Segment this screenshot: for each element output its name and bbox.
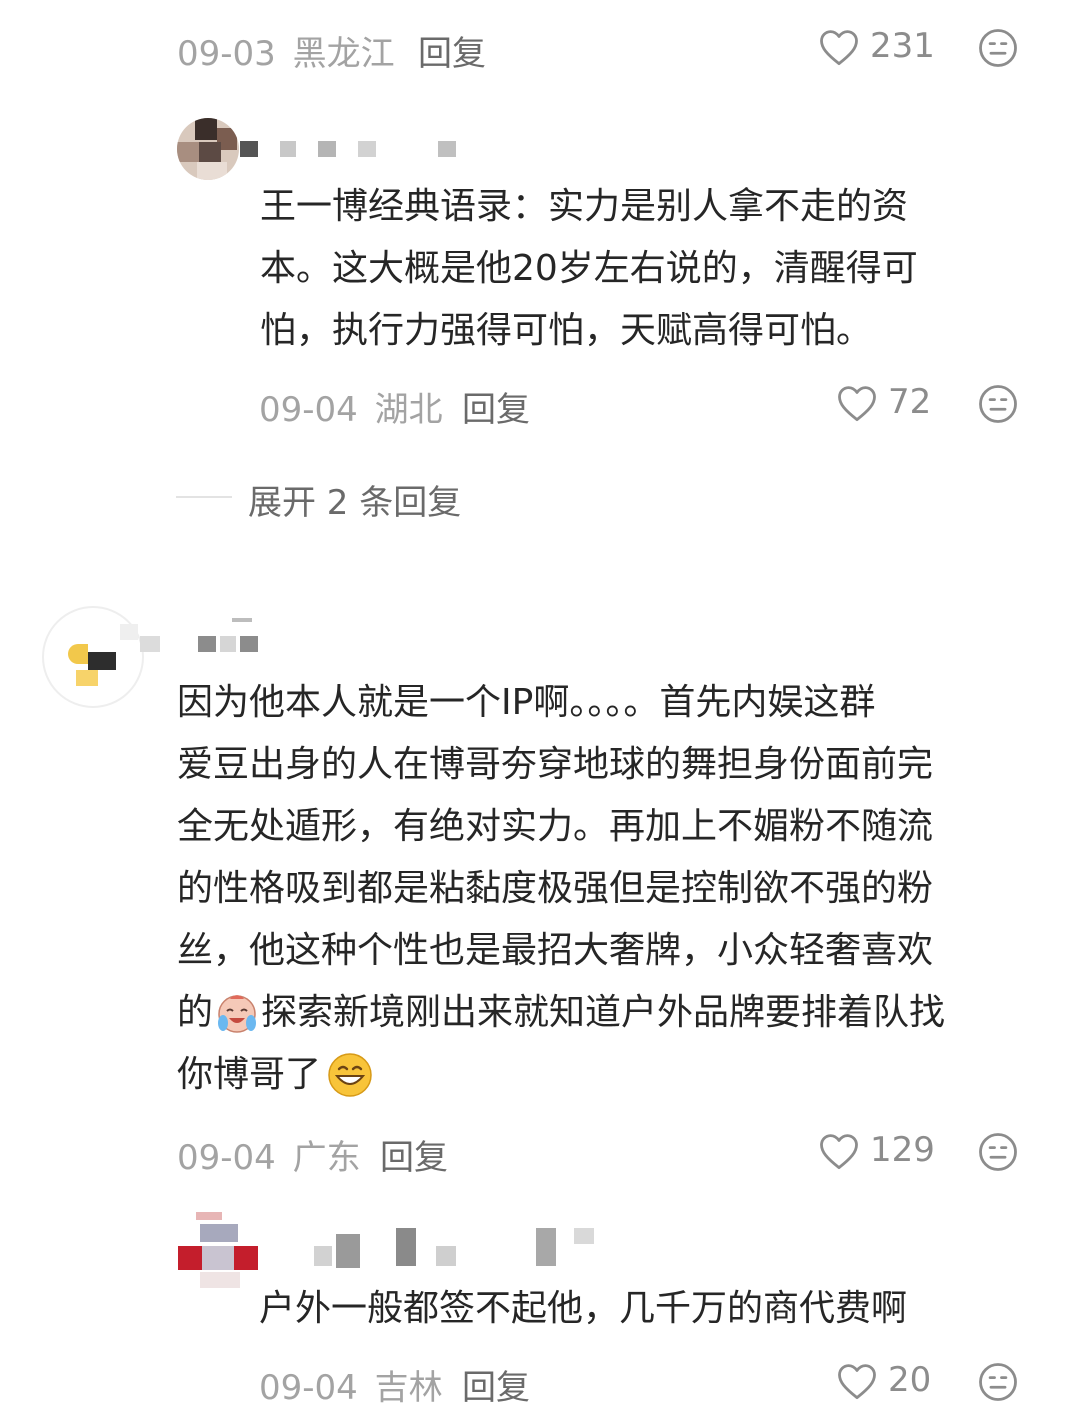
divider <box>176 496 232 498</box>
text-line: 因为他本人就是一个IP啊。。。。首先内娱这群 <box>177 682 876 723</box>
heart-outline-icon <box>838 386 876 422</box>
dislike-button[interactable] <box>977 1361 1019 1403</box>
reply-button[interactable]: 回复 <box>418 26 486 75</box>
text-fragment: 探索新境刚出来就知道户外品牌要排着队找 <box>261 992 946 1033</box>
heart-outline-icon <box>838 1364 876 1400</box>
like-button[interactable] <box>836 383 878 423</box>
comment-meta: 09-04 吉林 <box>259 1360 443 1409</box>
comment-meta: 09-03 黑龙江 <box>177 26 395 75</box>
username-redacted[interactable] <box>314 1222 604 1272</box>
meh-face-icon <box>979 1363 1017 1401</box>
meh-face-icon <box>979 1133 1017 1171</box>
comment-meta: 09-04 广东 <box>177 1130 361 1179</box>
dislike-button[interactable] <box>977 1131 1019 1173</box>
like-button[interactable] <box>818 27 860 67</box>
heart-outline-icon <box>820 30 858 66</box>
grinning-emoji <box>328 1053 372 1097</box>
like-button[interactable] <box>836 1361 878 1401</box>
text-fragment: 的 <box>177 992 214 1033</box>
reply-button[interactable]: 回复 <box>380 1130 448 1179</box>
comment-text: 户外一般都签不起他，几千万的商代费啊 <box>259 1278 1039 1340</box>
avatar[interactable] <box>178 1212 258 1288</box>
comment-location: 黑龙江 <box>292 34 395 74</box>
comment-location: 吉林 <box>374 1368 443 1408</box>
dislike-button[interactable] <box>977 27 1019 69</box>
avatar[interactable] <box>177 118 239 180</box>
comment-location: 广东 <box>292 1138 361 1178</box>
text-line: 爱豆出身的人在博哥夯穿地球的舞担身份面前完 <box>177 744 934 785</box>
comment-meta: 09-04 湖北 <box>259 382 443 431</box>
text-fragment: 你博哥了 <box>177 1054 322 1095</box>
comment-date: 09-04 <box>259 1368 358 1408</box>
username-redacted[interactable] <box>240 137 460 159</box>
comment-text: 王一博经典语录：实力是别人拿不走的资 本。这大概是他20岁左右说的，清醒得可 怕… <box>260 176 1020 362</box>
text-line: 丝，他这种个性也是最招大奢牌，小众轻奢喜欢 <box>177 930 934 971</box>
text-line: 你博哥了 <box>177 1044 1037 1106</box>
text-line: 怕，执行力强得可怕，天赋高得可怕。 <box>260 310 873 351</box>
reply-button[interactable]: 回复 <box>462 382 530 431</box>
comment-location: 湖北 <box>374 390 443 430</box>
text-line: 全无处遁形，有绝对实力。再加上不媚粉不随流 <box>177 806 934 847</box>
expand-replies-button[interactable]: 展开 2 条回复 <box>248 475 461 524</box>
reply-button[interactable]: 回复 <box>462 1360 530 1409</box>
comment-date: 09-04 <box>259 390 358 430</box>
text-line: 王一博经典语录：实力是别人拿不走的资 <box>260 186 909 227</box>
like-count: 72 <box>888 382 932 422</box>
like-count: 20 <box>888 1360 932 1400</box>
like-count: 129 <box>870 1130 935 1170</box>
text-line: 的 探索新境刚出来就知道户外品牌要排着队找 <box>177 982 1037 1044</box>
comment-text: 因为他本人就是一个IP啊。。。。首先内娱这群 爱豆出身的人在博哥夯穿地球的舞担身… <box>177 672 1037 1106</box>
meh-face-icon <box>979 29 1017 67</box>
username-redacted[interactable] <box>120 618 270 658</box>
comment-date: 09-03 <box>177 34 276 74</box>
like-button[interactable] <box>818 1131 860 1171</box>
dislike-button[interactable] <box>977 383 1019 425</box>
heart-outline-icon <box>820 1134 858 1170</box>
comment-date: 09-04 <box>177 1138 276 1178</box>
text-line: 的性格吸到都是粘黏度极强但是控制欲不强的粉 <box>177 868 934 909</box>
crying-laughing-emoji <box>218 995 257 1033</box>
like-count: 231 <box>870 26 935 66</box>
text-line: 户外一般都签不起他，几千万的商代费啊 <box>259 1288 908 1329</box>
meh-face-icon <box>979 385 1017 423</box>
text-line: 本。这大概是他20岁左右说的，清醒得可 <box>260 248 918 289</box>
